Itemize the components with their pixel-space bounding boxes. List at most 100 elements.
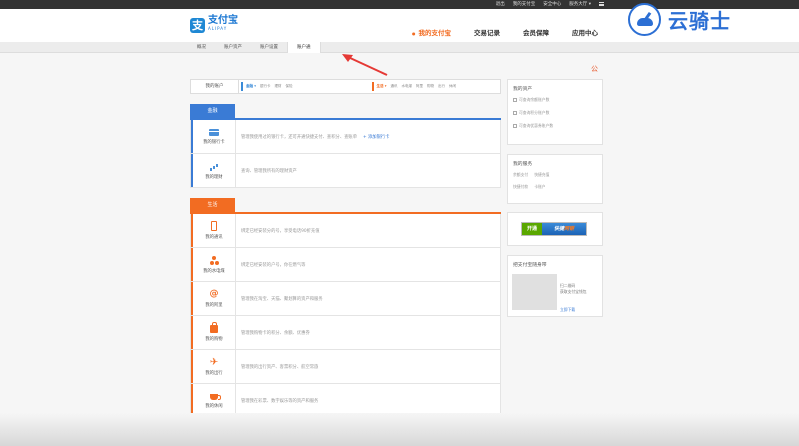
open-quick-bank-button[interactable]: 开通 快捷网银: [521, 222, 587, 236]
service-name: 我的通讯: [205, 235, 223, 240]
my-services-title: 我的服务: [513, 162, 533, 167]
service-card-account[interactable]: 卡账户: [534, 184, 545, 190]
wealth-chart-icon: [209, 162, 219, 171]
top-links: 退出 我的支付宝 安全中心 服务大厅 ▾: [496, 1, 604, 7]
service-desc: 绑定已经安装分的号，享受电话90折充值: [241, 228, 320, 234]
red-arrow-annotation: [342, 54, 388, 76]
service-name: 我的理财: [205, 174, 223, 180]
service-row-bank-card[interactable]: 我的银行卡 管理我使用过的银行卡，还可开通快捷支付、查积分、查账单 + 添加银行…: [190, 120, 501, 154]
logo-subtitle: ALIPAY: [208, 26, 228, 31]
service-row-wealth[interactable]: 我的理财 查询、管理我所有的理财资产: [190, 154, 501, 188]
bank-card-icon: [209, 128, 219, 136]
bottom-shadow: [0, 413, 799, 446]
tab-overview[interactable]: 概况: [188, 42, 215, 53]
qr-code-image: [512, 274, 557, 310]
asset-coupon-count[interactable]: 可查询优惠券账户数: [513, 123, 597, 129]
service-row-utilities[interactable]: 我的水电煤 绑定已经安装的户号，你在燃气等: [190, 248, 501, 282]
service-desc: 查询、管理我所有的理财资产: [241, 168, 297, 174]
quick-bank-promo: 开通 快捷网银: [507, 212, 603, 246]
life-filter-head[interactable]: 生活 ▾: [377, 84, 387, 89]
checkbox-icon: [513, 124, 517, 128]
my-accounts-bar: 我的账户 金融 ▾ 银行卡 理财 保险 生活 ▾ 通讯 水电煤 阿里 购物 出行…: [190, 79, 501, 94]
phone-icon: [211, 221, 217, 231]
plane-icon: ✈: [209, 356, 219, 368]
service-desc: 管理我在彩票、数字娱乐等的资产和服务: [241, 398, 319, 404]
tab-account-link[interactable]: 账户通: [287, 42, 321, 53]
service-hall-link[interactable]: 服务大厅 ▾: [569, 1, 591, 7]
logout-link[interactable]: 退出: [496, 1, 505, 7]
my-alipay-link[interactable]: 我的支付宝: [513, 1, 536, 7]
main-nav: 我的支付宝 交易记录 会员保障 应用中心: [412, 27, 599, 37]
filter-shopping[interactable]: 购物: [427, 84, 434, 89]
nav-my-alipay[interactable]: 我的支付宝: [412, 27, 452, 37]
service-desc: 绑定已经安装的户号，你在燃气等: [241, 262, 306, 268]
asset-points-count[interactable]: 可查询积分账户数: [513, 110, 597, 116]
asset-balance-count[interactable]: 可查询余额账户数: [513, 97, 597, 103]
service-desc: 管理我使用过的银行卡，还可开通快捷支付、查积分、查账单: [241, 134, 358, 140]
download-now-link[interactable]: 立即下载: [560, 307, 575, 313]
service-row-telecom[interactable]: 我的通讯 绑定已经安装分的号，享受电话90折充值: [190, 214, 501, 248]
watermark-text: 云骑士: [668, 9, 731, 33]
yunqishi-watermark: 云骑士: [628, 3, 731, 36]
coffee-icon: [210, 394, 221, 400]
filter-insurance[interactable]: 保险: [285, 84, 292, 89]
nav-transactions[interactable]: 交易记录: [474, 27, 500, 37]
service-row-travel[interactable]: ✈ 我的出行 管理我的出行资产、客票积分、航空常旅: [190, 350, 501, 384]
sub-nav: 概况 账户资产 账户设置 账户通: [0, 42, 799, 53]
mobile-app-title: 把支付宝随身带: [513, 263, 547, 268]
knight-logo-icon: [628, 3, 661, 36]
finance-section-tag: 金融: [190, 104, 235, 118]
service-quick-recharge[interactable]: 快捷充值: [534, 172, 549, 178]
shopping-bag-icon: [210, 321, 218, 333]
tab-account-settings[interactable]: 账户设置: [251, 42, 287, 53]
tab-account-assets[interactable]: 账户资产: [215, 42, 251, 53]
logo-title: 支付宝: [208, 15, 238, 26]
service-row-ali[interactable]: @ 我的阿里 管理我在淘宝、天猫、聚划算的资产和服务: [190, 282, 501, 316]
life-filter[interactable]: 生活 ▾ 通讯 水电煤 阿里 购物 出行 休闲: [371, 82, 499, 91]
my-assets-title: 我的资产: [513, 87, 533, 92]
service-row-shopping[interactable]: 我的购物 管理我购物卡的积分、余额、优惠券: [190, 316, 501, 350]
menu-icon[interactable]: [599, 2, 604, 6]
filter-bank-card[interactable]: 银行卡: [260, 84, 271, 89]
service-summary-row: 快捷付款 卡账户: [513, 184, 597, 190]
nav-member-protection[interactable]: 会员保障: [523, 27, 549, 37]
service-name: 我的购物: [205, 336, 223, 342]
checkbox-icon: [513, 98, 517, 102]
filter-telecom[interactable]: 通讯: [390, 84, 397, 89]
service-desc: 管理我在淘宝、天猫、聚划算的资产和服务: [241, 296, 323, 302]
my-services-panel: 我的服务 余额支付 快捷充值 快捷付款 卡账户: [507, 154, 603, 204]
filter-travel[interactable]: 出行: [438, 84, 445, 89]
alipay-logo[interactable]: 支 支付宝 ALIPAY: [190, 15, 238, 33]
settings-icon[interactable]: 公: [591, 64, 598, 74]
filter-ali[interactable]: 阿里: [416, 84, 423, 89]
alipay-logo-icon: 支: [190, 17, 205, 33]
nav-app-center[interactable]: 应用中心: [572, 27, 598, 37]
qr-instructions: 扫二维码 获取支付宝钱包: [560, 283, 587, 294]
add-bank-card-link[interactable]: + 添加银行卡: [363, 134, 389, 140]
mobile-app-panel: 把支付宝随身带 扫二维码 获取支付宝钱包 立即下载: [507, 255, 603, 317]
filter-utilities[interactable]: 水电煤: [401, 84, 412, 89]
my-accounts-label: 我的账户: [191, 80, 239, 93]
service-name: 我的水电煤: [203, 268, 225, 274]
checkbox-icon: [513, 111, 517, 115]
service-name: 我的银行卡: [203, 139, 225, 145]
finance-filter[interactable]: 金融 ▾ 银行卡 理财 保险: [241, 82, 368, 91]
promo-open-label: 开通: [522, 223, 542, 235]
service-quick-pay[interactable]: 快捷付款: [513, 184, 528, 190]
service-summary-row: 余额支付 快捷充值: [513, 172, 597, 178]
service-name: 我的阿里: [205, 302, 223, 308]
service-name: 我的休闲: [205, 404, 223, 409]
filter-leisure[interactable]: 休闲: [449, 84, 456, 89]
service-balance-pay[interactable]: 余额支付: [513, 172, 528, 178]
promo-quick-bank-label: 快捷网银: [542, 223, 586, 235]
finance-filter-head[interactable]: 金融 ▾: [246, 84, 256, 89]
security-center-link[interactable]: 安全中心: [543, 1, 561, 7]
life-section-tag: 生活: [190, 198, 235, 212]
alibaba-icon: @: [209, 288, 219, 299]
my-assets-panel: 我的资产 可查询余额账户数 可查询积分账户数 可查询优惠券账户数: [507, 79, 603, 145]
filter-wealth[interactable]: 理财: [274, 84, 281, 89]
utilities-icon: [209, 255, 219, 265]
service-desc: 管理我购物卡的积分、余额、优惠券: [241, 330, 310, 336]
service-desc: 管理我的出行资产、客票积分、航空常旅: [241, 364, 319, 370]
service-name: 我的出行: [205, 370, 223, 376]
